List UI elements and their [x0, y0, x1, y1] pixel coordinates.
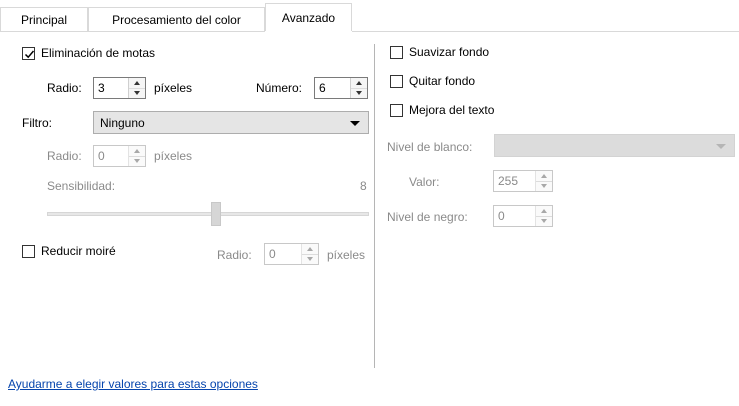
- spin-down-icon[interactable]: [351, 88, 367, 98]
- white-level-dropdown[interactable]: [494, 134, 735, 157]
- text-enhance-label: Mejora del texto: [409, 103, 495, 117]
- spin-down-icon[interactable]: [129, 156, 145, 166]
- tab-label: Principal: [20, 13, 68, 27]
- moire-radio-value: 0: [269, 247, 276, 261]
- column-divider: [374, 44, 375, 368]
- spin-down-icon[interactable]: [536, 181, 552, 191]
- moire-pixels-label: píxeles: [327, 248, 366, 262]
- spin-down-icon[interactable]: [129, 88, 145, 98]
- black-level-value: 0: [498, 209, 505, 223]
- filter-pixels-label: píxeles: [154, 149, 193, 163]
- black-level-stepper[interactable]: 0: [493, 205, 553, 227]
- tab-principal[interactable]: Principal: [0, 7, 88, 31]
- despeckle-label: Eliminación de motas: [41, 46, 156, 60]
- moire-radio-stepper-buttons: [301, 244, 318, 264]
- tab-label: Avanzado: [281, 11, 336, 25]
- moire-label: Reducir moiré: [41, 244, 116, 258]
- sensitivity-slider-thumb[interactable]: [211, 202, 221, 226]
- remove-bg-label: Quitar fondo: [409, 74, 476, 88]
- help-link[interactable]: Ayudarme a elegir valores para estas opc…: [8, 376, 258, 392]
- value-label: Valor:: [409, 175, 440, 189]
- sensitivity-value: 8: [360, 179, 367, 193]
- radio-value: 3: [98, 81, 105, 95]
- value-stepper-buttons: [535, 171, 552, 191]
- number-stepper[interactable]: 6: [314, 77, 368, 99]
- radio-stepper-buttons: [128, 78, 145, 98]
- number-stepper-buttons: [350, 78, 367, 98]
- tab-label: Procesamiento del color: [112, 13, 241, 27]
- filter-label: Filtro:: [22, 116, 52, 130]
- number-label: Número:: [256, 81, 303, 95]
- spin-down-icon[interactable]: [536, 216, 552, 226]
- filter-radio-stepper[interactable]: 0: [93, 145, 146, 167]
- filter-dropdown[interactable]: Ninguno: [93, 111, 369, 134]
- remove-bg-checkbox[interactable]: [390, 75, 403, 88]
- moire-checkbox[interactable]: [22, 245, 35, 258]
- tab-strip: Principal Procesamiento del color Avanza…: [0, 0, 739, 32]
- radio-label: Radio:: [47, 81, 82, 95]
- chevron-down-icon: [350, 121, 360, 126]
- smooth-bg-label: Suavizar fondo: [409, 45, 490, 59]
- filter-radio-value: 0: [98, 149, 105, 163]
- checkmark-icon: [24, 50, 35, 59]
- number-value: 6: [319, 81, 326, 95]
- moire-radio-label: Radio:: [217, 248, 252, 262]
- moire-radio-stepper[interactable]: 0: [264, 243, 319, 265]
- sensitivity-label: Sensibilidad:: [47, 179, 116, 193]
- sensitivity-slider-track[interactable]: [47, 212, 369, 216]
- pixels-label: píxeles: [154, 81, 193, 95]
- tab-procesamiento-color[interactable]: Procesamiento del color: [88, 7, 265, 31]
- text-enhance-checkbox[interactable]: [390, 104, 403, 117]
- spin-down-icon[interactable]: [302, 254, 318, 264]
- radio-stepper[interactable]: 3: [93, 77, 146, 99]
- filter-value: Ninguno: [100, 116, 145, 130]
- despeckle-checkbox[interactable]: [22, 47, 35, 60]
- tab-avanzado[interactable]: Avanzado: [265, 3, 352, 32]
- tab-divider-gap: [265, 31, 352, 32]
- tab-divider: [0, 31, 739, 32]
- value-stepper[interactable]: 255: [493, 170, 553, 192]
- filter-radio-label: Radio:: [47, 149, 82, 163]
- chevron-down-icon: [716, 144, 726, 149]
- black-level-label: Nivel de negro:: [387, 210, 468, 224]
- smooth-bg-checkbox[interactable]: [390, 46, 403, 59]
- filter-radio-stepper-buttons: [128, 146, 145, 166]
- black-level-stepper-buttons: [535, 206, 552, 226]
- white-level-label: Nivel de blanco:: [387, 140, 473, 154]
- value-value: 255: [498, 174, 519, 188]
